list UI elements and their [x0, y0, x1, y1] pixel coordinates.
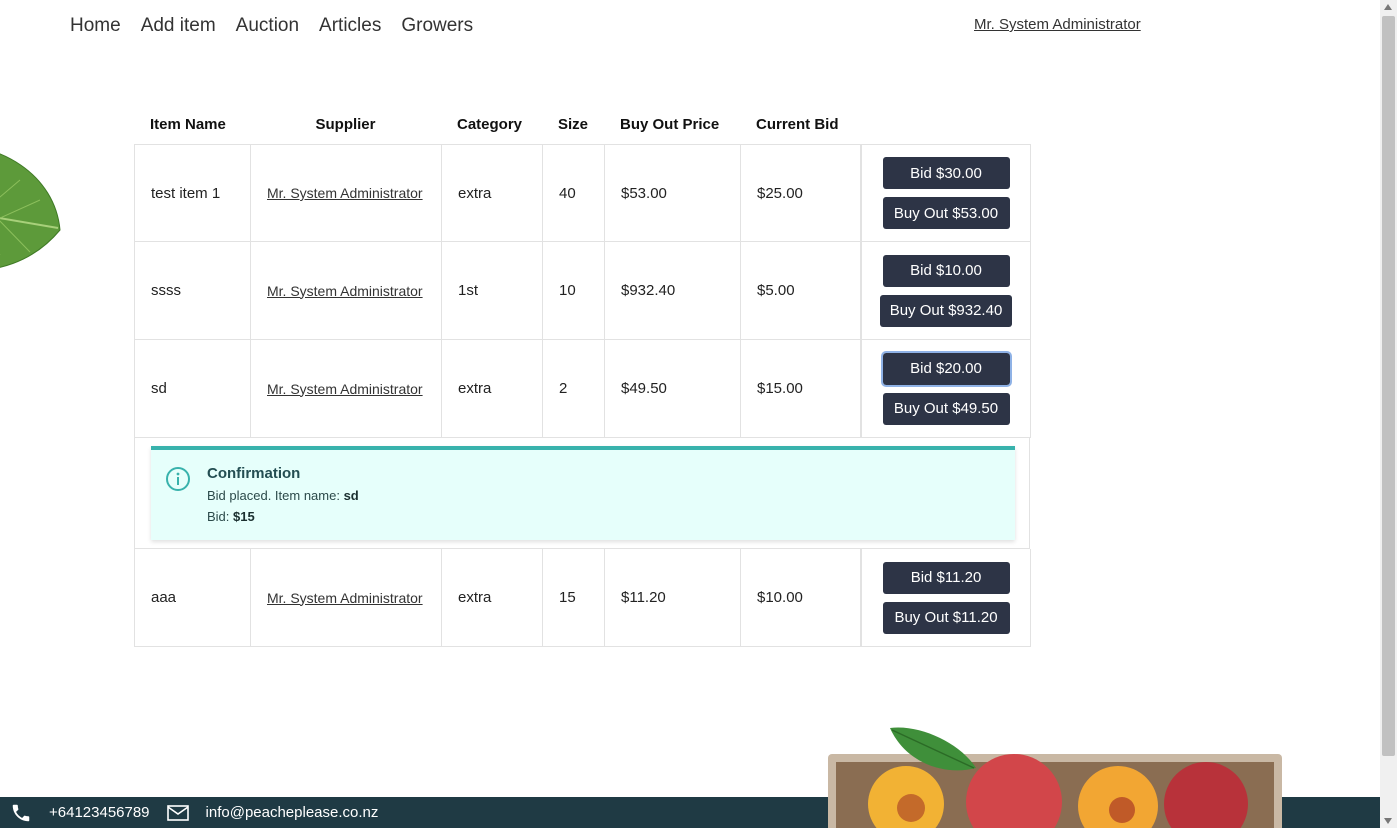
- current-bid-cell: $15.00: [741, 340, 861, 437]
- table-row: sd Mr. System Administrator extra 2 $49.…: [134, 340, 1031, 438]
- actions-cell: Bid $20.00 Buy Out $49.50: [861, 340, 1030, 437]
- buyout-price-cell: $932.40: [605, 242, 741, 339]
- vertical-scrollbar[interactable]: [1380, 0, 1397, 828]
- scroll-down-arrow-icon[interactable]: [1384, 818, 1392, 824]
- footer-email-text: info@peacheplease.co.nz: [205, 804, 379, 821]
- buy-out-button[interactable]: Buy Out $49.50: [882, 392, 1010, 425]
- supplier-link[interactable]: Mr. System Administrator: [267, 185, 423, 201]
- bid-button[interactable]: Bid $11.20: [882, 561, 1010, 594]
- buy-out-button[interactable]: Buy Out $11.20: [882, 601, 1010, 634]
- nav-auction[interactable]: Auction: [236, 12, 299, 40]
- header-category: Category: [457, 115, 523, 133]
- size-cell: 2: [543, 340, 605, 437]
- header-current-bid: Current Bid: [756, 115, 839, 133]
- current-bid-cell: $5.00: [741, 242, 861, 339]
- footer-phone: +64123456789: [10, 802, 150, 824]
- confirmation-row: Confirmation Bid placed. Item name: sd B…: [134, 438, 1030, 549]
- scroll-up-arrow-icon[interactable]: [1384, 4, 1392, 10]
- current-bid-cell: $25.00: [741, 145, 861, 241]
- item-name-cell: ssss: [135, 242, 251, 339]
- buy-out-button[interactable]: Buy Out $932.40: [879, 294, 1013, 327]
- header-item-name: Item Name: [150, 115, 226, 133]
- actions-cell: Bid $10.00 Buy Out $932.40: [861, 242, 1030, 339]
- supplier-link[interactable]: Mr. System Administrator: [267, 381, 423, 397]
- header-size: Size: [558, 115, 589, 133]
- confirmation-bid-value: $15: [233, 509, 255, 524]
- supplier-link[interactable]: Mr. System Administrator: [267, 283, 423, 299]
- confirmation-title: Confirmation: [207, 465, 301, 482]
- buy-out-button[interactable]: Buy Out $53.00: [882, 197, 1010, 229]
- footer-phone-text: +64123456789: [49, 804, 150, 821]
- category-cell: extra: [442, 549, 543, 646]
- scrollbar-thumb[interactable]: [1382, 16, 1395, 756]
- confirmation-bid-line: Bid: $15: [207, 509, 255, 524]
- table-header: Item Name Supplier Category Size Buy Out…: [134, 104, 1031, 144]
- table-row: test item 1 Mr. System Administrator ext…: [134, 144, 1031, 242]
- user-profile-link[interactable]: Mr. System Administrator: [974, 16, 1141, 33]
- buyout-price-cell: $49.50: [605, 340, 741, 437]
- category-cell: extra: [442, 145, 543, 241]
- auction-table: Item Name Supplier Category Size Buy Out…: [134, 104, 1031, 647]
- bid-button[interactable]: Bid $30.00: [882, 157, 1010, 189]
- nav-articles[interactable]: Articles: [319, 12, 381, 40]
- supplier-link[interactable]: Mr. System Administrator: [267, 590, 423, 606]
- email-icon: [166, 804, 189, 821]
- info-circle-icon: [166, 467, 190, 491]
- item-name-cell: sd: [135, 340, 251, 437]
- bid-button[interactable]: Bid $20.00: [880, 350, 1012, 387]
- size-cell: 40: [543, 145, 605, 241]
- confirmation-item-label: Bid placed. Item name:: [207, 488, 344, 503]
- supplier-cell: Mr. System Administrator: [251, 145, 442, 241]
- current-bid-cell: $10.00: [741, 549, 861, 646]
- leaf-decoration: [0, 153, 61, 268]
- confirmation-item-line: Bid placed. Item name: sd: [207, 488, 359, 503]
- category-cell: 1st: [442, 242, 543, 339]
- header-buy-out-price: Buy Out Price: [620, 115, 720, 133]
- confirmation-item-value: sd: [343, 488, 359, 503]
- phone-icon: [12, 804, 30, 821]
- main-nav: Home Add item Auction Articles Growers: [70, 12, 473, 40]
- size-cell: 15: [543, 549, 605, 646]
- buyout-price-cell: $53.00: [605, 145, 741, 241]
- bid-button[interactable]: Bid $10.00: [882, 254, 1010, 287]
- confirmation-bid-label: Bid:: [207, 509, 234, 524]
- confirmation-alert: Confirmation Bid placed. Item name: sd B…: [151, 446, 1015, 540]
- nav-add-item[interactable]: Add item: [141, 12, 216, 40]
- peach-crate-image: [828, 727, 1282, 828]
- actions-cell: Bid $30.00 Buy Out $53.00: [861, 145, 1030, 241]
- footer-email: info@peacheplease.co.nz: [166, 804, 379, 822]
- supplier-cell: Mr. System Administrator: [251, 340, 442, 437]
- buyout-price-cell: $11.20: [605, 549, 741, 646]
- size-cell: 10: [543, 242, 605, 339]
- nav-home[interactable]: Home: [70, 12, 121, 40]
- item-name-cell: test item 1: [135, 145, 251, 241]
- supplier-cell: Mr. System Administrator: [251, 549, 442, 646]
- table-row: aaa Mr. System Administrator extra 15 $1…: [134, 549, 1031, 647]
- category-cell: extra: [442, 340, 543, 437]
- item-name-cell: aaa: [135, 549, 251, 646]
- actions-cell: Bid $11.20 Buy Out $11.20: [861, 549, 1030, 646]
- header-supplier: Supplier: [315, 115, 376, 133]
- table-row: ssss Mr. System Administrator 1st 10 $93…: [134, 242, 1031, 340]
- supplier-cell: Mr. System Administrator: [251, 242, 442, 339]
- nav-growers[interactable]: Growers: [401, 12, 473, 40]
